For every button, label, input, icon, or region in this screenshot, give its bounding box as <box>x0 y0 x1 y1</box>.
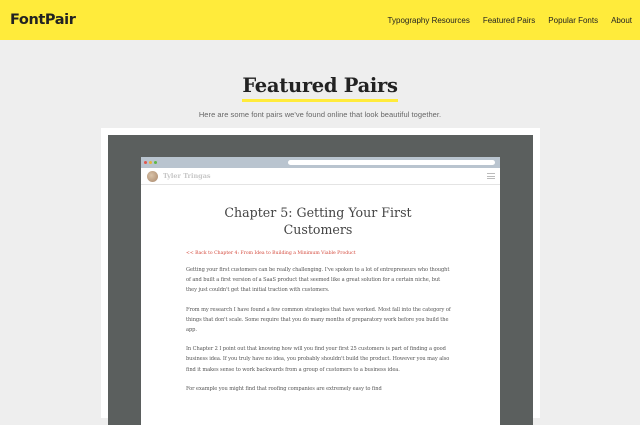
maximize-dot-icon <box>154 161 157 164</box>
browser-chrome <box>141 157 500 168</box>
paragraph: Getting your first customers can be real… <box>186 267 450 294</box>
address-bar <box>288 160 495 165</box>
paragraph: In Chapter 2 I point out that knowing ho… <box>186 346 450 373</box>
nav-popular-fonts[interactable]: Popular Fonts <box>548 16 598 25</box>
nav-about[interactable]: About <box>611 16 632 25</box>
article-content: Chapter 5: Getting Your First Customers … <box>141 205 500 394</box>
site-header: Tyler Tringas <box>141 168 500 185</box>
fontpair-logo[interactable]: FontPair <box>10 12 76 28</box>
main-nav: Typography Resources Featured Pairs Popu… <box>375 16 632 25</box>
nav-featured-pairs[interactable]: Featured Pairs <box>483 16 535 25</box>
site-name: Tyler Tringas <box>163 172 211 180</box>
chapter-title: Chapter 5: Getting Your First Customers <box>224 205 412 237</box>
nav-typography-resources[interactable]: Typography Resources <box>388 16 470 25</box>
top-navbar: FontPair Typography Resources Featured P… <box>0 0 640 40</box>
page-title: Featured Pairs <box>242 73 398 102</box>
hero-section: Featured Pairs Here are some font pairs … <box>0 40 640 119</box>
page-subtitle: Here are some font pairs we've found onl… <box>198 110 442 119</box>
browser-mockup: Tyler Tringas Chapter 5: Getting Your Fi… <box>141 157 500 425</box>
font-pair-preview-image[interactable]: Tyler Tringas Chapter 5: Getting Your Fi… <box>108 135 533 425</box>
font-pair-card[interactable]: Tyler Tringas Chapter 5: Getting Your Fi… <box>101 128 540 425</box>
avatar <box>147 171 158 182</box>
close-dot-icon <box>144 161 147 164</box>
back-link: << Back to Chapter 4: From Idea to Build… <box>186 251 356 256</box>
hamburger-menu-icon <box>487 173 495 179</box>
paragraph: For example you might find that roofing … <box>186 385 382 392</box>
minimize-dot-icon <box>149 161 152 164</box>
paragraph: From my research I have found a few comm… <box>186 306 451 334</box>
